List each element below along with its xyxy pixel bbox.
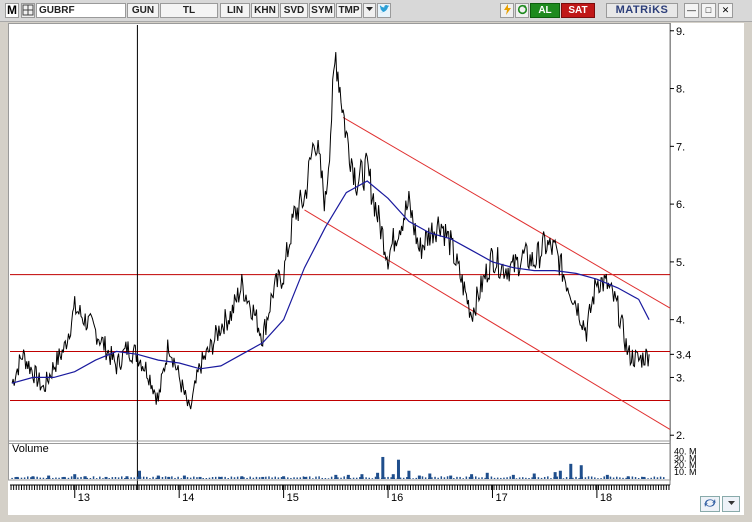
currency-button[interactable]: TL: [160, 3, 218, 18]
date-axis-label: 17: [495, 492, 507, 504]
symbol-input[interactable]: GUBRF: [36, 3, 126, 18]
date-axis-label: 15: [287, 492, 299, 504]
price-axis-label: 6.: [676, 199, 685, 211]
khn-button[interactable]: KHN: [251, 3, 279, 18]
price-axis-label: 3.: [676, 372, 685, 384]
chart-toolbar: M GUBRF GUN TL LIN KHN SVD SYM TMP AL SA…: [0, 0, 752, 22]
date-axis-label: 14: [182, 492, 194, 504]
date-axis-label: 13: [78, 492, 90, 504]
date-axis-label: 18: [600, 492, 612, 504]
period-button[interactable]: GUN: [127, 3, 159, 18]
price-pane-border: [8, 23, 671, 444]
price-axis-label: 2.: [676, 430, 685, 442]
trend-channel-lower: [304, 209, 671, 430]
chevron-down-small-icon[interactable]: [722, 496, 740, 512]
chart-area[interactable]: 9. 8. 7. 6. 5. 4. 3. 2. 3.4 Volume 40. M 30. M 20. M…: [8, 23, 744, 515]
restore-button[interactable]: □: [701, 3, 716, 18]
volume-label: Volume: [12, 443, 49, 455]
scale-linear-button[interactable]: LIN: [220, 3, 250, 18]
refresh-icon[interactable]: [515, 3, 529, 18]
close-button[interactable]: ✕: [718, 3, 733, 18]
price-axis-label: 7.: [676, 141, 685, 153]
trend-channel-upper: [342, 117, 671, 309]
price-axis-label: 8.: [676, 84, 685, 96]
price-axis-label: 9.: [676, 26, 685, 38]
buy-button[interactable]: AL: [530, 3, 560, 18]
sym-button[interactable]: SYM: [309, 3, 335, 18]
matriks-brand-logo: MATRiKS: [606, 3, 678, 18]
minimize-button[interactable]: —: [684, 3, 699, 18]
volume-axis-label: 10. M: [674, 467, 697, 477]
scroll-sync-icon[interactable]: [700, 496, 720, 512]
lightning-icon[interactable]: [500, 3, 514, 18]
date-axis-label: 16: [391, 492, 403, 504]
price-axis-label: 5.: [676, 257, 685, 269]
tmp-button[interactable]: TMP: [336, 3, 362, 18]
chevron-down-icon[interactable]: [363, 3, 376, 18]
matriks-m-logo[interactable]: M: [5, 3, 19, 18]
svd-button[interactable]: SVD: [280, 3, 308, 18]
grid-layout-icon[interactable]: [21, 3, 35, 18]
price-chart-svg[interactable]: 9.8.7.6.5.4.3.2.3.4Volume 40. M30. M20. M…: [8, 23, 744, 515]
twitter-bird-icon[interactable]: [377, 3, 391, 18]
last-price-label: 3.4: [676, 349, 691, 361]
price-axis-label: 4.: [676, 315, 685, 327]
sell-button[interactable]: SAT: [561, 3, 595, 18]
